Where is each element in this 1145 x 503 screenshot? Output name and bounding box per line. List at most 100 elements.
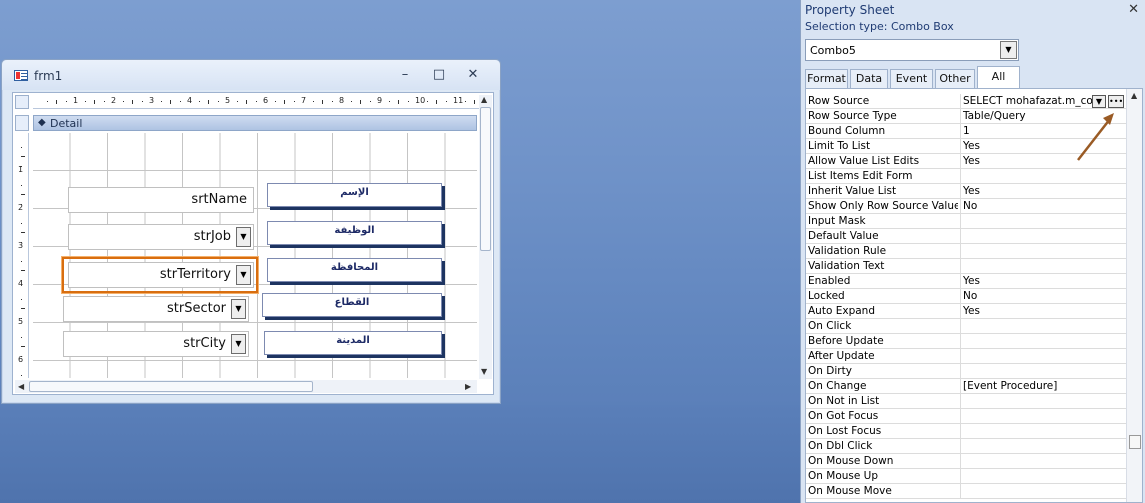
property-value[interactable]: No [960,199,1126,214]
tab-format[interactable]: Format [805,69,848,88]
property-value[interactable] [960,214,1126,229]
horizontal-scrollbar[interactable]: ◀ ▶ [15,380,477,393]
property-row[interactable]: Enabled Yes [806,274,1126,289]
property-row[interactable]: After Update [806,349,1126,364]
property-row[interactable]: On Mouse Up [806,469,1126,484]
scroll-down-icon[interactable]: ▼ [481,365,487,378]
property-row[interactable]: On Dirty [806,364,1126,379]
property-value[interactable] [960,349,1126,364]
field-textbox[interactable]: srtName [68,187,254,213]
property-row[interactable]: On Mouse Move [806,484,1126,499]
property-grid-scrollbar[interactable]: ▲ [1126,89,1142,502]
property-row[interactable]: On Got Focus [806,409,1126,424]
field-combobox[interactable]: strCity [63,331,249,357]
form-title-bar[interactable]: frm1 – □ ✕ [2,60,500,90]
close-button[interactable]: ✕ [462,67,484,83]
vertical-ruler[interactable]: 123456 [15,133,29,378]
property-value[interactable] [960,424,1126,439]
ruler-tick [21,355,22,357]
property-value[interactable] [960,484,1126,499]
property-value[interactable] [960,229,1126,244]
property-value[interactable] [960,439,1126,454]
property-grid-scroll-thumb[interactable] [1129,435,1141,449]
property-value[interactable] [960,259,1126,274]
property-value[interactable]: [Event Procedure] [960,379,1126,394]
property-sheet-close-button[interactable]: ✕ [1128,2,1139,17]
property-row[interactable]: Show Only Row Source Values No [806,199,1126,214]
property-row[interactable]: Default Value [806,229,1126,244]
property-row[interactable]: On Mouse Down [806,454,1126,469]
maximize-button[interactable]: □ [428,67,450,83]
property-value[interactable] [960,394,1126,409]
property-row[interactable]: Input Mask [806,214,1126,229]
property-name: On Mouse Down [808,455,894,467]
detail-section-label: Detail [50,117,83,130]
scroll-left-icon[interactable]: ◀ [18,380,24,393]
ruler-tick [21,298,22,300]
property-value[interactable] [960,469,1126,484]
property-value[interactable] [960,169,1126,184]
property-value[interactable] [960,244,1126,259]
form-icon [14,70,28,81]
ruler-tick [21,317,22,319]
horizontal-ruler[interactable]: 1 2 3 4 5 6 7 8 9 10 11 [33,95,479,109]
property-row[interactable]: On Lost Focus [806,424,1126,439]
form-selector[interactable] [15,95,29,109]
property-value[interactable]: Yes [960,304,1126,319]
scroll-up-icon[interactable]: ▲ [1131,91,1137,100]
combo-dropdown-arrow[interactable]: ▼ [236,227,251,247]
tab-all[interactable]: All [977,66,1020,89]
chevron-down-icon[interactable]: ▼ [1000,41,1017,59]
property-value[interactable] [960,319,1126,334]
scroll-up-icon[interactable]: ▲ [481,93,487,106]
horizontal-scroll-thumb[interactable] [29,381,313,392]
property-value[interactable]: Yes [960,274,1126,289]
property-row[interactable]: Locked No [806,289,1126,304]
property-name: Row Source Type [808,110,897,122]
ruler-tick [21,156,25,157]
property-sheet-panel: Property Sheet ✕ Selection type: Combo B… [800,0,1145,503]
property-value[interactable]: No [960,289,1126,304]
field-label[interactable]: الوظيفة [267,221,442,245]
combo-dropdown-arrow[interactable]: ▼ [231,334,246,354]
property-name: Before Update [808,335,884,347]
object-selector-combo[interactable]: Combo5 ▼ [805,39,1019,61]
combo-dropdown-arrow[interactable]: ▼ [236,265,251,285]
ruler-tick [284,100,285,104]
combo-dropdown-arrow[interactable]: ▼ [231,299,246,319]
detail-section-bar[interactable]: ◆ Detail [33,115,477,131]
minimize-button[interactable]: – [394,67,416,83]
property-row[interactable]: On Change [Event Procedure] [806,379,1126,394]
property-value[interactable] [960,334,1126,349]
property-row[interactable]: Validation Text [806,259,1126,274]
property-value[interactable] [960,409,1126,424]
property-row[interactable]: Inherit Value List Yes [806,184,1126,199]
field-combobox[interactable]: strSector [63,296,249,322]
scroll-right-icon[interactable]: ▶ [465,380,471,393]
property-value[interactable]: Yes [960,184,1126,199]
tab-event[interactable]: Event [890,69,933,88]
property-value[interactable] [960,364,1126,379]
property-row[interactable]: List Items Edit Form [806,169,1126,184]
field-label[interactable]: القطاع [262,293,442,317]
property-row[interactable]: Before Update [806,334,1126,349]
property-name: Limit To List [808,140,871,152]
property-value[interactable] [960,454,1126,469]
property-row[interactable]: On Dbl Click [806,439,1126,454]
property-row[interactable]: Validation Rule [806,244,1126,259]
field-combobox-selected[interactable]: strTerritory [68,262,254,288]
section-selector[interactable] [15,115,29,131]
ruler-tick [46,101,48,102]
detail-grid[interactable]: srtName الإسم strJob ▼ الوظيفة strTerrit… [33,133,477,378]
vertical-scroll-thumb[interactable] [480,107,491,251]
property-row[interactable]: Auto Expand Yes [806,304,1126,319]
field-label[interactable]: المدينة [264,331,442,355]
field-combobox[interactable]: strJob [68,224,254,250]
vertical-scrollbar[interactable]: ▲ ▼ [479,95,492,379]
property-row[interactable]: On Click [806,319,1126,334]
field-label[interactable]: المحافظة [267,258,442,282]
tab-data[interactable]: Data [850,69,888,88]
tab-other[interactable]: Other [935,69,975,88]
field-label[interactable]: الإسم [267,183,442,207]
property-row[interactable]: On Not in List [806,394,1126,409]
